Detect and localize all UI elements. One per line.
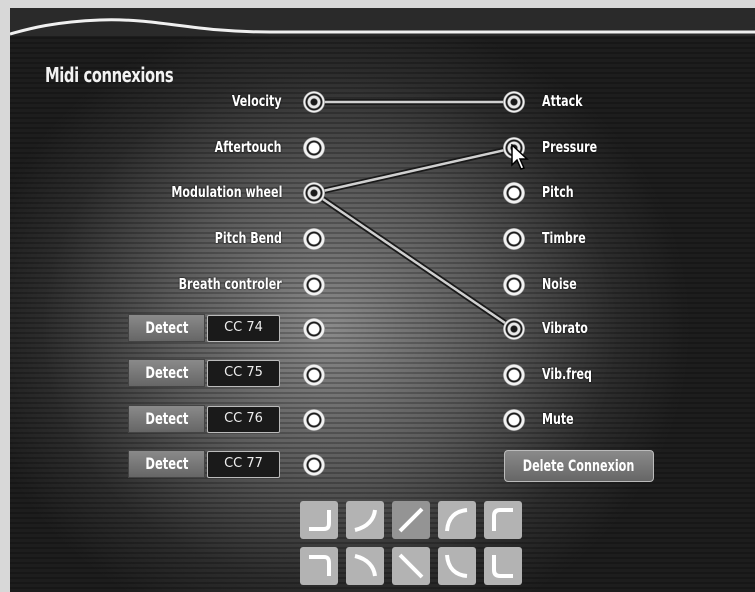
dest-label-mute: Mute — [542, 410, 574, 428]
detect-button-cc74[interactable]: Detect — [128, 314, 205, 342]
source-label-velocity: Velocity — [232, 92, 282, 110]
source-node-cc77[interactable] — [303, 454, 325, 476]
curve-linear-down-icon — [398, 553, 424, 579]
curve-concave-down-icon — [354, 554, 377, 577]
curve-convex-down-hook-button[interactable] — [300, 547, 338, 585]
source-node-cc74[interactable] — [303, 318, 325, 340]
detect-button-cc75[interactable]: Detect — [128, 359, 205, 387]
dest-node-attack[interactable] — [503, 91, 525, 113]
curve-linear-down-button[interactable] — [392, 547, 430, 585]
curve-linear-up-button[interactable] — [392, 501, 430, 539]
top-curve-decoration — [10, 8, 755, 36]
curve-arc-down-button[interactable] — [438, 547, 476, 585]
curve-arc-down-icon — [445, 554, 468, 578]
midi-panel: Midi connexions Velocity Aftertouch Modu… — [10, 8, 755, 592]
detect-button-cc77[interactable]: Detect — [128, 450, 205, 478]
app-window: Midi connexions Velocity Aftertouch Modu… — [0, 0, 755, 592]
source-label-aftertouch: Aftertouch — [215, 138, 282, 156]
delete-connexion-button[interactable]: Delete Connexion — [504, 450, 654, 482]
curve-concave-up-button[interactable] — [346, 501, 384, 539]
page-title: Midi connexions — [45, 63, 174, 87]
dest-label-pitch: Pitch — [542, 183, 574, 201]
connection-wire — [313, 191, 515, 331]
source-node-modulation-wheel[interactable] — [303, 182, 325, 204]
curve-rounded-corner-down-icon — [492, 555, 513, 578]
dest-node-pitch[interactable] — [503, 182, 525, 204]
source-node-velocity[interactable] — [303, 91, 325, 113]
source-node-aftertouch[interactable] — [303, 137, 325, 159]
curve-arc-up-icon — [445, 508, 468, 532]
connection-wire-shadow — [313, 145, 515, 196]
curve-convex-up-hook-icon — [309, 510, 331, 531]
cc-field-75[interactable]: CC 75 — [207, 360, 280, 387]
delete-connexion-label: Delete Connexion — [523, 456, 635, 475]
source-label-breath-controler: Breath controler — [178, 275, 282, 293]
curve-rounded-corner-up-icon — [492, 508, 513, 531]
source-node-pitch-bend[interactable] — [303, 228, 325, 250]
dest-node-timbre[interactable] — [503, 228, 525, 250]
connection-wire — [313, 146, 515, 195]
cc-field-74[interactable]: CC 74 — [207, 315, 280, 342]
dest-node-noise[interactable] — [503, 274, 525, 296]
dest-label-vib-freq: Vib.freq — [542, 365, 592, 383]
dest-label-vibrato: Vibrato — [542, 319, 588, 337]
source-node-breath-controler[interactable] — [303, 274, 325, 296]
curve-rounded-corner-down-button[interactable] — [484, 547, 522, 585]
dest-node-mute[interactable] — [503, 409, 525, 431]
detect-button-label: Detect — [144, 454, 189, 473]
cc-field-77[interactable]: CC 77 — [207, 451, 280, 478]
curve-concave-up-icon — [354, 509, 377, 532]
curve-concave-down-button[interactable] — [346, 547, 384, 585]
detect-button-cc76[interactable]: Detect — [128, 405, 205, 433]
source-label-modulation-wheel: Modulation wheel — [171, 183, 282, 201]
curve-linear-up-icon — [398, 507, 424, 533]
dest-label-noise: Noise — [542, 275, 577, 293]
cc-field-76[interactable]: CC 76 — [207, 406, 280, 433]
dest-node-vibrato[interactable] — [503, 318, 525, 340]
source-node-cc75[interactable] — [303, 364, 325, 386]
curve-convex-down-hook-icon — [309, 555, 331, 576]
curve-convex-up-hook-button[interactable] — [300, 501, 338, 539]
dest-label-attack: Attack — [542, 92, 583, 110]
source-node-cc76[interactable] — [303, 409, 325, 431]
detect-button-label: Detect — [144, 318, 189, 337]
source-label-pitch-bend: Pitch Bend — [214, 229, 282, 247]
curve-arc-up-button[interactable] — [438, 501, 476, 539]
detect-button-label: Detect — [144, 363, 189, 382]
dest-node-vib-freq[interactable] — [503, 364, 525, 386]
curve-rounded-corner-up-button[interactable] — [484, 501, 522, 539]
dest-node-pressure[interactable] — [503, 137, 525, 159]
dest-label-timbre: Timbre — [542, 229, 586, 247]
detect-button-label: Detect — [144, 409, 189, 428]
dest-label-pressure: Pressure — [542, 138, 598, 156]
connection-wire-shadow — [312, 190, 516, 332]
